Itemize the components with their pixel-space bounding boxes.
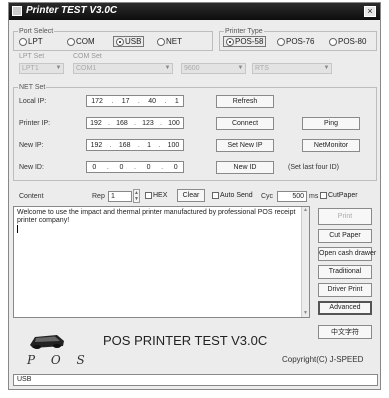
app-title: POS PRINTER TEST V3.0C [103,333,268,348]
driver-print-button[interactable]: Driver Print [318,283,372,297]
com-port-select[interactable]: COM1 ▼ [73,63,173,74]
printer-ip-input[interactable]: 192. 168. 123. 100 [86,117,184,129]
chevron-down-icon: ▼ [164,65,171,71]
print-button[interactable]: Print [318,208,372,225]
content-label: Content [19,193,44,200]
clear-button[interactable]: Clear [177,189,205,202]
chevron-down-icon: ▼ [237,65,244,71]
advanced-button[interactable]: Advanced [318,301,372,315]
printer-ip-label: Printer IP: [19,120,51,127]
flow-control-select[interactable]: RTS ▼ [252,63,332,74]
new-ip-label: New IP: [19,142,44,149]
window-title: Printer TEST V3.0C [26,5,118,16]
radio-dot-icon [226,37,234,46]
app-icon [12,6,22,16]
lpt-set-label: LPT Set [19,53,45,60]
rep-label: Rep [92,193,105,200]
set-new-ip-button[interactable]: Set New IP [216,139,274,152]
local-ip-label: Local IP: [19,98,47,105]
text-caret [17,225,18,233]
ms-label: ms [309,193,319,200]
printer-type-label: Printer Type [224,27,264,36]
open-cash-drawer-button[interactable]: Open cash drawer [318,247,376,261]
cycle-ms-input[interactable]: 500 [277,191,307,202]
new-id-input[interactable]: 0.0.0.0 [86,161,184,173]
traditional-button[interactable]: Traditional [318,265,372,279]
auto-send-checkbox[interactable]: Auto Send [212,192,253,199]
new-id-button[interactable]: New ID [216,161,274,174]
lpt-port-select[interactable]: LPT1 ▼ [19,63,64,74]
radio-dot-icon [157,37,165,46]
port-com-radio[interactable]: COM [67,37,95,46]
port-select-label: Port Select [18,27,55,36]
copyright-text: Copyright(C) J-SPEED [282,355,364,364]
hex-checkbox[interactable]: HEX [145,192,167,199]
type-pos76-radio[interactable]: POS-76 [277,37,314,46]
radio-dot-icon [116,37,124,46]
radio-dot-icon [277,37,285,46]
checkbox-box-icon [145,192,152,199]
cut-paper-button[interactable]: Cut Paper [318,229,372,243]
radio-dot-icon [19,37,27,46]
rep-count-input[interactable]: 1 [108,191,132,202]
radio-dot-icon [67,37,75,46]
content-textarea[interactable]: Welcome to use the impact and thermal pr… [13,206,310,318]
cut-paper-checkbox[interactable]: CutPaper [320,192,358,199]
printer-logo-icon [27,331,67,353]
content-text: Welcome to use the impact and thermal pr… [17,209,296,224]
checkbox-box-icon [320,192,327,199]
port-lpt-radio[interactable]: LPT [19,37,43,46]
chevron-down-icon: ▼ [323,65,330,71]
type-pos58-radio[interactable]: POS-58 [223,36,267,47]
status-bar: USB [13,374,378,386]
connect-button[interactable]: Connect [216,117,274,130]
chinese-language-button[interactable]: 中文字符 [318,325,372,339]
port-usb-radio[interactable]: USB [113,36,145,47]
local-ip-input[interactable]: 172. 17. 40. 1 [86,95,184,107]
net-set-label: NET Set [18,83,47,92]
port-net-radio[interactable]: NET [157,37,182,46]
cyc-label: Cyc [261,193,274,200]
ping-button[interactable]: Ping [302,117,360,130]
checkbox-box-icon [212,192,219,199]
content-scrollbar[interactable]: ▲ ▼ [301,207,309,317]
chevron-down-icon: ▼ [55,65,62,71]
type-pos80-radio[interactable]: POS-80 [329,37,366,46]
com-set-label: COM Set [73,53,102,60]
scroll-up-icon[interactable]: ▲ [302,207,309,214]
rep-spinner[interactable]: ▲ ▼ [133,189,140,203]
radio-dot-icon [329,37,337,46]
baud-rate-select[interactable]: 9600 ▼ [181,63,246,74]
set-last-four-id-note: (Set last four ID) [288,164,339,171]
scroll-down-icon[interactable]: ▼ [302,310,309,317]
title-bar: Printer TEST V3.0C × [9,3,380,20]
refresh-button[interactable]: Refresh [216,95,274,108]
net-monitor-button[interactable]: NetMonitor [302,139,360,152]
new-ip-input[interactable]: 192. 168. 1. 100 [86,139,184,151]
close-button[interactable]: × [364,6,376,17]
main-window: Printer TEST V3.0C × Port Select LPT COM… [8,2,381,390]
new-id-label: New ID: [19,164,44,171]
pos-logo-text: P O S [27,353,91,367]
